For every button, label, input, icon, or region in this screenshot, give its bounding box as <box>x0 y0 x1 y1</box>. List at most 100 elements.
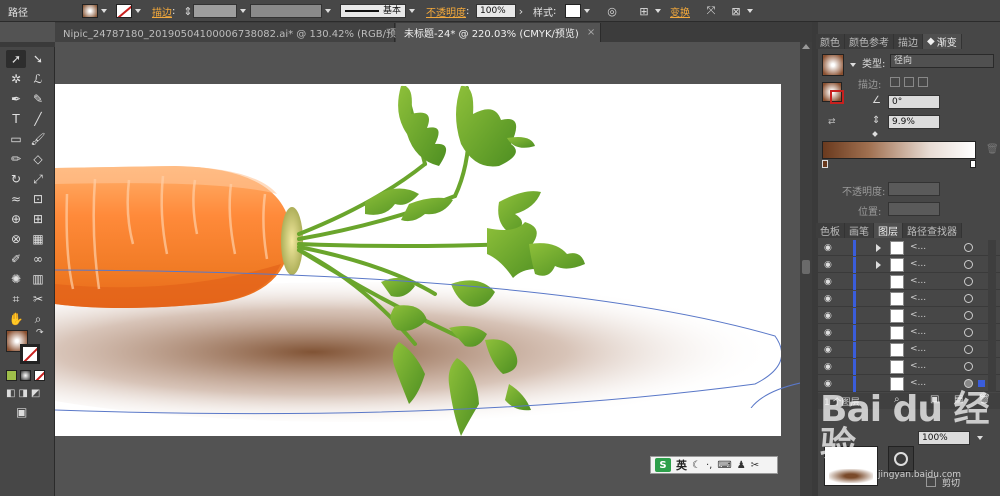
draw-normal-icon[interactable]: ◧ <box>6 388 15 399</box>
target-circle-icon[interactable] <box>964 345 973 354</box>
layer-row[interactable]: ◉ <... <box>816 342 1000 358</box>
isolate-icon[interactable]: ⤧ <box>703 3 719 19</box>
eye-icon[interactable]: ◉ <box>824 362 834 372</box>
target-circle-icon[interactable] <box>964 362 973 371</box>
stroke-color-icon[interactable] <box>20 344 40 364</box>
target-circle-icon[interactable] <box>964 311 973 320</box>
magic-wand-tool[interactable]: ✲ <box>6 70 26 88</box>
none-mode-icon[interactable] <box>34 370 45 381</box>
tab-color-guide[interactable]: 颜色参考 <box>845 34 894 49</box>
tab-brushes[interactable]: 画笔 <box>845 223 874 238</box>
type-tool[interactable]: T <box>6 110 26 128</box>
layer-name[interactable]: <... <box>910 310 926 320</box>
selection-tool[interactable]: ➚ <box>6 50 26 68</box>
document-tab-untitled[interactable]: 未标题-24* @ 220.03% (CMYK/预览) × <box>396 23 601 42</box>
layers-scrollbar[interactable] <box>988 240 996 392</box>
gradient-tool[interactable]: ▦ <box>28 230 48 248</box>
target-circle-icon[interactable] <box>964 260 973 269</box>
swap-icon[interactable]: ↷ <box>36 328 44 338</box>
layer-name[interactable]: <... <box>910 276 926 286</box>
artboard-tool[interactable]: ⌗ <box>6 290 26 308</box>
gradient-preview-swatch[interactable] <box>822 54 844 76</box>
tab-pathfinder[interactable]: 路径查找器 <box>903 223 962 238</box>
canvas[interactable] <box>55 42 800 496</box>
color-mode-icon[interactable] <box>6 370 17 381</box>
shape-builder-tool[interactable]: ⊕ <box>6 210 26 228</box>
stroke-swatch[interactable] <box>116 4 132 18</box>
isolate-button[interactable]: ⤧ <box>703 3 719 19</box>
transform-label-text[interactable]: 变换 <box>670 4 690 19</box>
chevron-down-icon[interactable] <box>240 9 246 13</box>
chevron-down-icon[interactable] <box>655 9 661 13</box>
eye-icon[interactable]: ◉ <box>824 311 834 321</box>
screen-mode-icon[interactable]: ▣ <box>16 405 27 419</box>
eye-icon[interactable]: ◉ <box>824 243 834 253</box>
line-tool[interactable]: ╱ <box>28 110 48 128</box>
chevron-down-icon[interactable] <box>747 9 753 13</box>
stroke-weight-field[interactable] <box>193 4 237 18</box>
expand-arrow-icon[interactable] <box>876 261 881 269</box>
slice-tool[interactable]: ✂ <box>28 290 48 308</box>
vertical-scrollbar[interactable] <box>800 42 812 496</box>
artboard[interactable] <box>55 84 783 436</box>
width-tool[interactable]: ≈ <box>6 190 26 208</box>
scroll-up-icon[interactable] <box>802 44 810 49</box>
layer-name[interactable]: <... <box>910 344 926 354</box>
document-tab-nipic[interactable]: Nipic_24787180_20190504100006738082.ai* … <box>55 23 426 42</box>
eye-icon[interactable]: ◉ <box>824 345 834 355</box>
layer-row[interactable]: ◉ <... <box>816 308 1000 324</box>
ime-user-icon[interactable]: ♟ <box>737 460 746 471</box>
carrot-top-cap[interactable] <box>281 207 303 275</box>
opacity-field[interactable]: 100% <box>476 4 516 18</box>
scrollbar-thumb[interactable] <box>802 260 810 274</box>
symbol-sprayer-tool[interactable]: ✺ <box>6 270 26 288</box>
expand-arrow-icon[interactable] <box>876 244 881 252</box>
draw-inside-icon[interactable]: ◩ <box>31 388 40 399</box>
stepper-icon[interactable]: ⇕ <box>183 3 193 19</box>
ime-tools-icon[interactable]: ✂ <box>751 460 759 471</box>
stroke-swatch-dropdown[interactable] <box>116 3 141 19</box>
eraser-tool[interactable]: ◇ <box>28 150 48 168</box>
transform-label[interactable]: 变换 <box>670 3 690 19</box>
stroke-indicator-swatch[interactable] <box>830 90 844 104</box>
variable-width-field[interactable] <box>250 4 322 18</box>
arrange-button[interactable]: ⊠ <box>728 3 753 19</box>
layer-row[interactable]: ◉ <... <box>816 325 1000 341</box>
align-icon[interactable]: ⊞ <box>636 3 652 19</box>
eye-icon[interactable]: ◉ <box>824 328 834 338</box>
style-dropdown[interactable] <box>565 3 590 19</box>
stroke-within-icon[interactable] <box>890 77 900 87</box>
rotate-tool[interactable]: ↻ <box>6 170 26 188</box>
chevron-right-icon[interactable]: › <box>516 3 526 19</box>
selection-square-icon[interactable] <box>978 380 985 387</box>
layer-name[interactable]: <... <box>910 361 926 371</box>
pen-tool[interactable]: ✒ <box>6 90 26 108</box>
gradient-mode-icon[interactable] <box>20 370 31 381</box>
tab-swatches[interactable]: 色板 <box>816 223 845 238</box>
stroke-label-text[interactable]: 描边 <box>152 4 172 19</box>
mesh-tool[interactable]: ⊗ <box>6 230 26 248</box>
ime-toolbar[interactable]: S 英 ☾ ·, ⌨ ♟ ✂ <box>650 456 778 474</box>
stroke-along-icon[interactable] <box>904 77 914 87</box>
layer-name[interactable]: <... <box>910 378 926 388</box>
gradient-stop-right[interactable] <box>970 160 976 168</box>
reverse-gradient-icon[interactable]: ⇄ <box>828 117 836 127</box>
paintbrush-tool[interactable]: 🖌 <box>28 130 48 148</box>
tab-stroke[interactable]: 描边 <box>894 34 923 49</box>
lasso-tool[interactable]: ℒ <box>28 70 48 88</box>
recolor-button[interactable]: ◎ <box>604 3 620 19</box>
stroke-across-icon[interactable] <box>918 77 928 87</box>
gradient-stop-left[interactable] <box>822 160 828 168</box>
chevron-down-icon[interactable] <box>584 9 590 13</box>
eye-icon[interactable]: ◉ <box>824 277 834 287</box>
curvature-tool[interactable]: ✎ <box>28 90 48 108</box>
fill-stroke-widget[interactable]: ↷ <box>6 328 46 366</box>
hand-tool[interactable]: ✋ <box>6 310 26 328</box>
brush-style-field[interactable]: 基本 <box>340 4 406 18</box>
target-circle-icon[interactable] <box>964 294 973 303</box>
eyedropper-tool[interactable]: ✐ <box>6 250 26 268</box>
eye-icon[interactable]: ◉ <box>824 260 834 270</box>
chevron-down-icon[interactable] <box>409 9 415 13</box>
pencil-tool[interactable]: ✏ <box>6 150 26 168</box>
layer-row[interactable]: ◉ <... <box>816 359 1000 375</box>
